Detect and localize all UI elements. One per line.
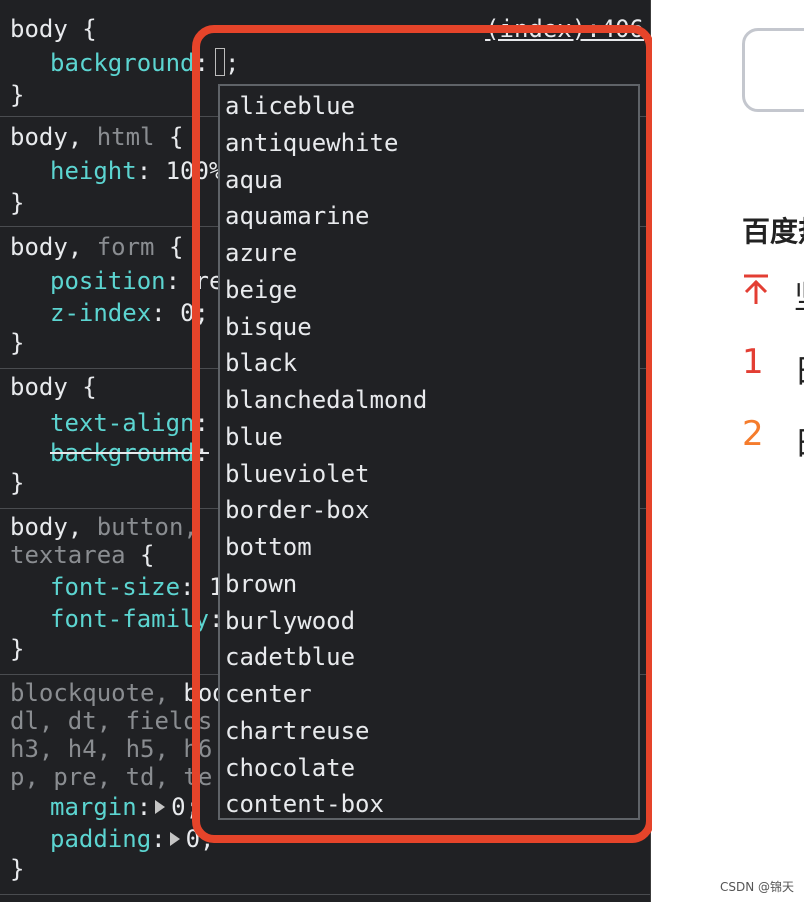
expand-triangle-icon[interactable] [169,832,180,846]
rule-selector-cont[interactable]: p, pre, td, te [10,762,212,792]
hot-item-text[interactable]: 日 [794,418,804,464]
rule-selector-cont[interactable]: dl, dt, fields [10,706,212,736]
autocomplete-item[interactable]: azure [225,235,297,271]
hot-rank-2: 2 [742,414,764,454]
search-input[interactable] [742,28,804,112]
declaration-padding[interactable]: padding: 0; [50,824,215,854]
rule-selector-cont[interactable]: h3, h4, h5, h6 [10,734,212,764]
hot-item-text[interactable]: 日 [794,346,804,392]
autocomplete-item[interactable]: brown [225,566,297,602]
value-editor-cursor[interactable] [214,48,225,76]
autocomplete-item[interactable]: antiquewhite [225,125,398,161]
rule-selector[interactable]: body, html { [10,122,183,152]
autocomplete-item[interactable]: center [225,676,312,712]
declaration-font-family[interactable]: font-family: [50,604,223,634]
hot-search-title: 百度热 [742,215,804,248]
autocomplete-item[interactable]: burlywood [225,603,355,639]
autocomplete-item[interactable]: chartreuse [225,713,370,749]
expand-triangle-icon[interactable] [155,800,166,814]
rule-selector[interactable]: body, button, [10,512,212,542]
rule-close-brace: } [10,855,25,883]
rule-close-brace: } [10,189,25,217]
watermark: CSDN @锦天 [720,880,795,894]
hot-rank-1: 1 [742,342,764,382]
autocomplete-item[interactable]: black [225,345,297,381]
autocomplete-item[interactable]: aliceblue [225,88,355,124]
rule-close-brace: } [10,329,25,357]
autocomplete-item[interactable]: blueviolet [225,456,370,492]
declaration-height[interactable]: height: 100% [50,156,223,186]
rule-selector[interactable]: blockquote, bod [10,678,227,708]
declaration-text-align[interactable]: text-align: [50,408,209,438]
autocomplete-item[interactable]: chocolate [225,750,355,786]
autocomplete-item[interactable]: blanchedalmond [225,382,427,418]
rule-close-brace: } [10,635,25,663]
autocomplete-item[interactable]: cadetblue [225,639,355,675]
css-value-autocomplete-list: aliceblue antiquewhite aqua aquamarine azure… [218,84,640,820]
autocomplete-item[interactable]: blue [225,419,283,455]
page-preview: 百度热 坚 1 日 2 日 [652,0,804,902]
autocomplete-item[interactable]: bottom [225,529,312,565]
pin-top-icon [742,272,770,308]
declaration-background[interactable]: background:; [50,48,239,78]
declaration-font-size[interactable]: font-size: 1 [50,572,223,602]
autocomplete-item[interactable]: aquamarine [225,198,370,234]
declaration-margin[interactable]: margin: 0; [50,792,200,822]
rule-selector[interactable]: body { [10,372,97,402]
rule-close-brace: } [10,81,25,109]
autocomplete-item[interactable]: aqua [225,162,283,198]
hot-item-text[interactable]: 坚 [794,272,804,318]
rule-selector[interactable]: body, form { [10,232,183,262]
autocomplete-item[interactable]: content-box [225,786,384,818]
rule-selector-cont[interactable]: textarea { [10,540,155,570]
source-link[interactable]: (index):406 [485,14,644,44]
autocomplete-item[interactable]: border-box [225,492,370,528]
declaration-z-index[interactable]: z-index: 0; [50,298,209,328]
autocomplete-item[interactable]: bisque [225,309,312,345]
rule-close-brace: } [10,469,25,497]
declaration-background-overridden[interactable]: background: [50,438,209,468]
autocomplete-item[interactable]: beige [225,272,297,308]
declaration-position[interactable]: position: re [50,266,223,296]
rule-selector[interactable]: body { [10,14,97,44]
